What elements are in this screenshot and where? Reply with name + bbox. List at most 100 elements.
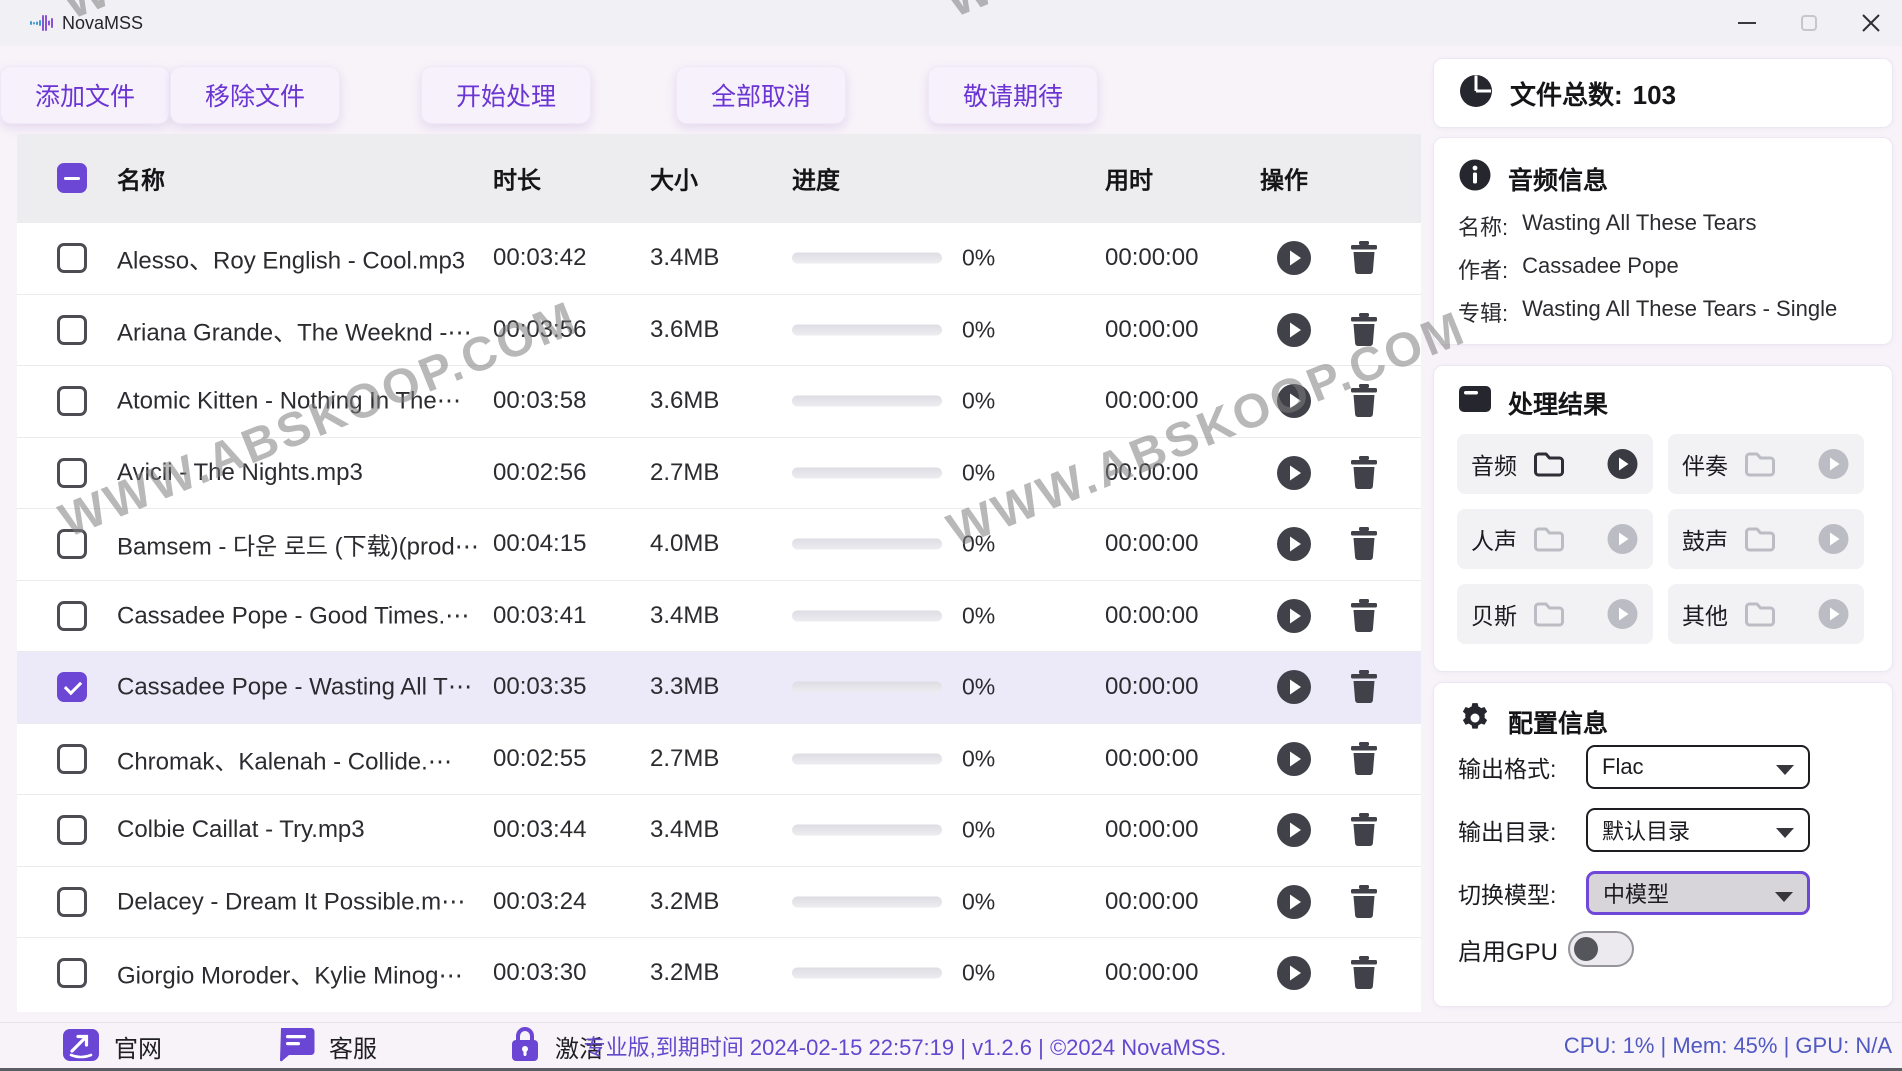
play-button[interactable]	[1276, 312, 1312, 348]
progress-percent: 0%	[962, 674, 995, 701]
delete-button[interactable]	[1349, 313, 1379, 347]
row-checkbox[interactable]	[57, 601, 87, 631]
progress-percent: 0%	[962, 459, 995, 486]
table-row[interactable]: Alesso、Roy English - Cool.mp3 00:03:42 3…	[17, 222, 1421, 294]
audio-info-field: 专辑: Wasting All These Tears - Single	[1458, 296, 1837, 328]
row-checkbox[interactable]	[57, 315, 87, 345]
table-row[interactable]: Atomic Kitten - Nothing In The⋯ 00:03:58…	[17, 365, 1421, 437]
maximize-button[interactable]	[1778, 0, 1840, 46]
select-all-checkbox[interactable]	[57, 163, 87, 193]
play-button[interactable]	[1276, 741, 1312, 777]
folder-icon[interactable]	[1744, 525, 1776, 553]
table-header: 名称 时长 大小 进度 用时 操作	[17, 134, 1421, 222]
play-button[interactable]	[1276, 884, 1312, 920]
table-row[interactable]: Colbie Caillat - Try.mp3 00:03:44 3.4MB …	[17, 794, 1421, 866]
config-select[interactable]: Flac	[1586, 745, 1810, 789]
gear-icon	[1458, 701, 1492, 742]
toolbar-button[interactable]: 添加文件	[0, 66, 170, 124]
file-duration: 00:04:15	[493, 530, 586, 558]
play-button[interactable]	[1276, 598, 1312, 634]
result-label: 鼓声	[1682, 522, 1728, 556]
result-play-icon[interactable]	[1818, 524, 1849, 555]
row-checkbox[interactable]	[57, 887, 87, 917]
delete-button[interactable]	[1349, 384, 1379, 418]
delete-button[interactable]	[1349, 527, 1379, 561]
result-play-icon[interactable]	[1607, 449, 1638, 480]
folder-icon[interactable]	[1744, 450, 1776, 478]
elapsed-time: 00:00:00	[1105, 959, 1198, 987]
result-play-icon[interactable]	[1607, 524, 1638, 555]
table-row[interactable]: Ariana Grande、The Weeknd -⋯ 00:03:56 3.6…	[17, 294, 1421, 366]
delete-button[interactable]	[1349, 456, 1379, 490]
result-play-icon[interactable]	[1607, 599, 1638, 630]
table-row[interactable]: Cassadee Pope - Good Times.⋯ 00:03:41 3.…	[17, 580, 1421, 652]
folder-icon[interactable]	[1744, 600, 1776, 628]
play-button[interactable]	[1276, 812, 1312, 848]
result-play-icon[interactable]	[1818, 449, 1849, 480]
folder-icon[interactable]	[1533, 525, 1565, 553]
official-site-link[interactable]: 官网	[62, 1023, 162, 1069]
delete-button[interactable]	[1349, 885, 1379, 919]
file-duration: 00:02:56	[493, 459, 586, 487]
audio-info-title: 音频信息	[1508, 161, 1608, 197]
elapsed-time: 00:00:00	[1105, 244, 1198, 272]
chat-icon	[277, 1026, 315, 1067]
row-checkbox[interactable]	[57, 744, 87, 774]
config-select[interactable]: 默认目录	[1586, 808, 1810, 852]
file-duration: 00:03:35	[493, 673, 586, 701]
play-button[interactable]	[1276, 455, 1312, 491]
elapsed-time: 00:00:00	[1105, 745, 1198, 773]
row-checkbox[interactable]	[57, 529, 87, 559]
chevron-down-icon	[1776, 828, 1794, 838]
toolbar-button[interactable]: 移除文件	[170, 66, 340, 124]
toolbar-button[interactable]: 开始处理	[421, 66, 591, 124]
toolbar: 添加文件 移除文件 开始处理 全部取消 敬请期待	[0, 56, 1430, 134]
table-row[interactable]: Avicii - The Nights.mp3 00:02:56 2.7MB 0…	[17, 437, 1421, 509]
result-label: 其他	[1682, 597, 1728, 631]
play-button[interactable]	[1276, 669, 1312, 705]
gpu-toggle[interactable]	[1568, 931, 1634, 967]
progress-bar	[792, 324, 942, 335]
file-size: 3.4MB	[650, 816, 719, 844]
result-play-icon[interactable]	[1818, 599, 1849, 630]
close-button[interactable]	[1840, 0, 1902, 46]
elapsed-time: 00:00:00	[1105, 602, 1198, 630]
delete-button[interactable]	[1349, 241, 1379, 275]
support-link[interactable]: 客服	[277, 1023, 377, 1069]
table-row[interactable]: Bamsem - 다운 로드 (下载)(prod⋯ 00:04:15 4.0MB…	[17, 508, 1421, 580]
row-checkbox[interactable]	[57, 672, 87, 702]
result-item: 其他	[1668, 584, 1864, 644]
table-row[interactable]: Delacey - Dream It Possible.m⋯ 00:03:24 …	[17, 866, 1421, 938]
config-select[interactable]: 中模型	[1586, 871, 1810, 915]
play-button[interactable]	[1276, 240, 1312, 276]
row-checkbox[interactable]	[57, 386, 87, 416]
play-button[interactable]	[1276, 383, 1312, 419]
minimize-button[interactable]	[1716, 0, 1778, 46]
row-checkbox[interactable]	[57, 243, 87, 273]
play-button[interactable]	[1276, 526, 1312, 562]
toggle-knob	[1574, 937, 1598, 961]
progress-bar	[792, 968, 942, 979]
field-value: Wasting All These Tears - Single	[1522, 296, 1837, 328]
result-item: 贝斯	[1457, 584, 1653, 644]
progress-percent: 0%	[962, 316, 995, 343]
play-button[interactable]	[1276, 955, 1312, 991]
delete-button[interactable]	[1349, 670, 1379, 704]
select-value: 中模型	[1603, 877, 1669, 909]
delete-button[interactable]	[1349, 742, 1379, 776]
table-row[interactable]: Giorgio Moroder、Kylie Minog⋯ 00:03:30 3.…	[17, 937, 1421, 1009]
delete-button[interactable]	[1349, 956, 1379, 990]
table-row[interactable]: Cassadee Pope - Wasting All T⋯ 00:03:35 …	[17, 651, 1421, 723]
row-checkbox[interactable]	[57, 458, 87, 488]
toolbar-button[interactable]: 敬请期待	[928, 66, 1098, 124]
file-duration: 00:03:58	[493, 387, 586, 415]
table-row[interactable]: Chromak、Kalenah - Collide.⋯ 00:02:55 2.7…	[17, 723, 1421, 795]
row-checkbox[interactable]	[57, 958, 87, 988]
toolbar-button[interactable]: 全部取消	[676, 66, 846, 124]
delete-button[interactable]	[1349, 599, 1379, 633]
row-checkbox[interactable]	[57, 815, 87, 845]
progress-bar	[792, 682, 942, 693]
delete-button[interactable]	[1349, 813, 1379, 847]
folder-icon[interactable]	[1533, 600, 1565, 628]
folder-icon[interactable]	[1533, 450, 1565, 478]
